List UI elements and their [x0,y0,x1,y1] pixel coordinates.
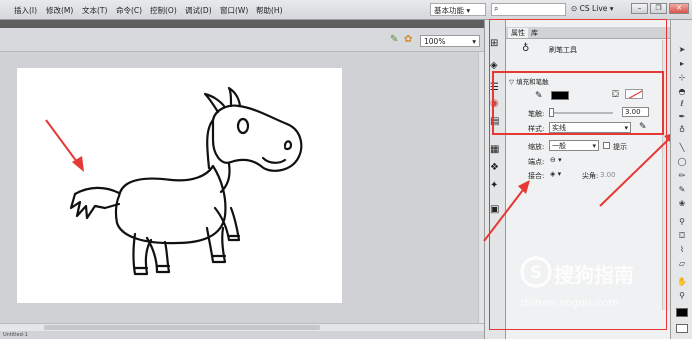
zoom-value: 100% [424,37,446,46]
minimize-button[interactable]: – [631,3,648,14]
hand-tool-icon[interactable]: ✋ [675,276,689,288]
eyedropper-tool-icon[interactable]: ⌇ [675,244,689,256]
menu-control[interactable]: 控制(O) [150,5,177,16]
search-icon: ⌕ [494,4,499,13]
pen-tool-icon[interactable]: ✒ [675,111,689,123]
menu-help[interactable]: 帮助(H) [256,5,283,16]
deco-tool-icon[interactable]: ❀ [675,198,689,210]
bone-tool-icon[interactable]: ⚲ [675,216,689,228]
stage-horizontal-scrollbar[interactable] [0,323,484,331]
cs-live-button[interactable]: ⊙ CS Live ▾ [571,4,614,13]
watermark-brand: 搜狗指南 [554,263,634,287]
tools-panel: ➤ ▸ ⊹ ◓ ℓ ✒ ♁ ╲ ◯ ✏ ✎ ❀ ⚲ ⛋ ⌇ ▱ ✋ ⚲ [670,20,692,339]
zoom-tool-icon[interactable]: ⚲ [675,290,689,302]
stroke-color-box[interactable] [676,308,688,317]
menu-debug[interactable]: 调试(D) [185,5,212,16]
zoom-select[interactable]: 100% ▾ [420,35,480,47]
stage-edit-bar: ✎ ✿ [0,28,484,52]
rectangle-tool-icon[interactable]: ◯ [675,156,689,168]
help-search-input[interactable]: ⌕ [491,3,566,16]
watermark-url: zhinan.sogou.com [519,296,620,309]
paint-bucket-tool-icon[interactable]: ⛋ [675,230,689,242]
pencil-tool-icon[interactable]: ✏ [675,170,689,182]
subselection-tool-icon[interactable]: ▸ [675,58,689,70]
free-transform-tool-icon[interactable]: ⊹ [675,72,689,84]
edit-symbols-icon[interactable]: ✎ [390,34,398,45]
menu-window[interactable]: 窗口(W) [220,5,248,16]
line-tool-icon[interactable]: ╲ [675,142,689,154]
watermark-logo: S 搜狗指南 [520,256,670,296]
menu-text[interactable]: 文本(T) [82,5,107,16]
eraser-tool-icon[interactable]: ▱ [675,258,689,270]
menu-bar: 插入(I) 修改(M) 文本(T) 命令(C) 控制(O) 调试(D) 窗口(W… [0,0,692,20]
menu-modify[interactable]: 修改(M) [46,5,73,16]
stage-canvas[interactable] [17,68,342,303]
status-bar: Untitled-1 [0,331,484,339]
cs-live-label: CS Live [579,4,608,13]
annotation-arrow-stage [45,119,84,172]
lasso-tool-icon[interactable]: ℓ [675,98,689,110]
document-tab-label: Untitled-1 [3,332,28,338]
3d-rotation-tool-icon[interactable]: ◓ [675,86,689,98]
close-button[interactable]: ✕ [669,3,689,14]
annotation-arrows-toolbar [483,132,676,242]
edit-scene-icon[interactable]: ✿ [404,34,412,45]
scroll-thumb[interactable] [44,325,320,330]
workspace-label: 基本功能 [434,6,464,15]
svg-text:S: S [530,263,542,283]
menu-commands[interactable]: 命令(C) [116,5,142,16]
restore-button[interactable]: ❐ [650,3,667,14]
selection-tool-icon[interactable]: ➤ [675,44,689,56]
workspace-switcher[interactable]: 基本功能 ▾ [430,3,486,16]
horse-drawing [69,86,303,276]
menu-insert[interactable]: 插入(I) [14,5,37,16]
paint-brush-tool-icon[interactable]: ✎ [675,184,689,196]
fill-color-box[interactable] [676,324,688,333]
brush-tool-icon[interactable]: ♁ [675,124,689,136]
